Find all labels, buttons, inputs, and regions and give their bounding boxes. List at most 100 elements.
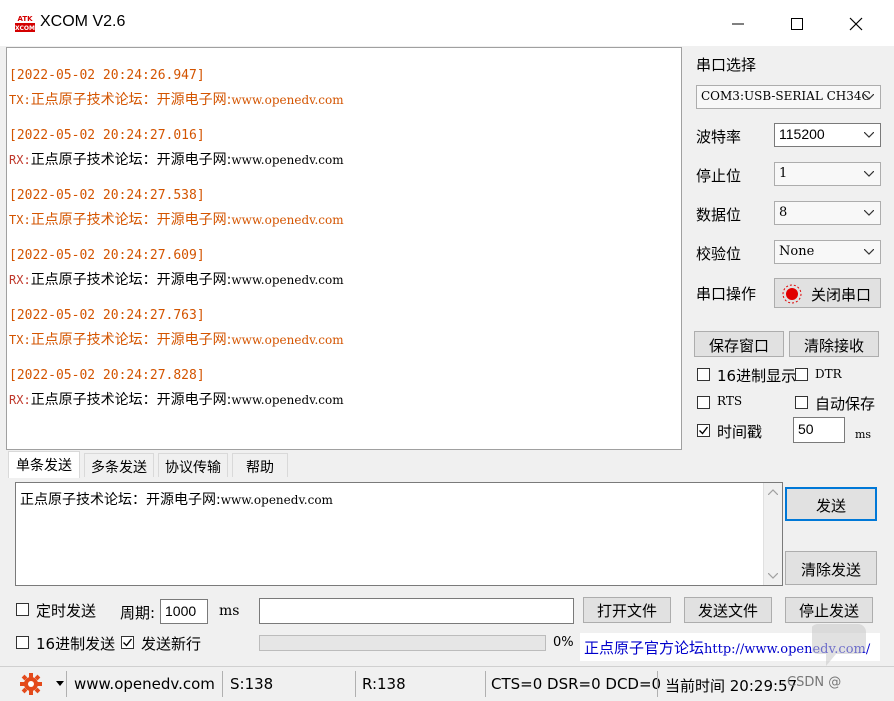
port-op-label: 串口操作 [696,285,757,303]
port-select[interactable]: COM3:USB-SERIAL CH34C [696,85,881,109]
chevron-down-icon [864,94,874,100]
gear-icon[interactable] [20,673,42,695]
timestamp-interval-input[interactable]: 50 [793,417,845,443]
close-port-button[interactable]: 关闭串口 [774,278,881,308]
port-value: COM3:USB-SERIAL CH34C [701,89,871,103]
send-newline-checkbox[interactable] [121,636,134,649]
log-direction: RX: [9,393,31,407]
scroll-up-icon[interactable] [768,489,778,495]
open-file-button[interactable]: 打开文件 [583,597,671,623]
file-path-input[interactable] [259,598,574,624]
scroll-down-icon[interactable] [768,573,778,579]
log-rx-line: RX:正点原子技术论坛：开源电子网:www.openedv.com [9,149,344,169]
dtr-checkbox[interactable] [795,368,808,381]
log-url: www.openedv.com [231,93,344,107]
send-file-label: 发送文件 [697,602,758,620]
parity-select[interactable]: None [774,240,881,264]
minimize-button[interactable] [715,8,761,40]
chevron-down-icon [864,210,874,216]
send-textarea[interactable]: 正点原子技术论坛：开源电子网:www.openedv.com [15,482,783,586]
log-direction: RX: [9,273,31,287]
watermark-logo-icon [812,624,866,666]
log-message: 正点原子技术论坛：开源电子网: [30,332,232,348]
check-icon [123,638,133,647]
stop-bits-label: 停止位 [696,167,742,185]
send-newline-label: 发送新行 [141,635,202,653]
stop-bits-select[interactable]: 1 [774,162,881,186]
open-file-label: 打开文件 [596,602,657,620]
received-count: R:138 [362,675,406,693]
dropdown-arrow-icon[interactable] [56,681,64,686]
tab-help[interactable]: 帮助 [232,453,288,477]
divider [222,671,223,697]
progress-text: 0% [553,635,574,650]
period-value: 1000 [165,603,197,619]
data-bits-select[interactable]: 8 [774,201,881,225]
svg-text:XCOM: XCOM [15,25,35,32]
divider [355,671,356,697]
hex-send-label: 16进制发送 [36,635,116,653]
hex-display-checkbox[interactable] [697,368,710,381]
log-message: 正点原子技术论坛：开源电子网: [30,392,232,408]
send-file-button[interactable]: 发送文件 [684,597,772,623]
period-input[interactable]: 1000 [160,599,208,624]
rts-checkbox[interactable] [697,396,710,409]
clear-send-label: 清除发送 [800,561,861,579]
clear-send-button[interactable]: 清除发送 [785,551,877,585]
website-link[interactable]: www.openedv.com [74,675,215,693]
log-url: www.openedv.com [231,333,344,347]
maximize-icon [791,18,803,30]
tab-protocol[interactable]: 协议传输 [158,453,228,477]
log-timestamp: [2022-05-02 20:24:27.763] [9,308,205,323]
baud-value: 115200 [779,126,825,142]
parity-label: 校验位 [696,245,742,263]
log-tx-line: TX:正点原子技术论坛：开源电子网:www.openedv.com [9,329,344,349]
tab-multi-send[interactable]: 多条发送 [84,453,154,477]
clear-receive-button[interactable]: 清除接收 [789,331,879,357]
maximize-button[interactable] [774,8,820,40]
close-port-label: 关闭串口 [811,286,872,304]
port-status-led-icon [782,284,802,304]
svg-text:ATK: ATK [17,15,33,23]
xcom-window: ATK XCOM XCOM V2.6 [2022-05-02 20:24:26.… [0,0,894,701]
log-rx-line: RX:正点原子技术论坛：开源电子网:www.openedv.com [9,269,344,289]
title-bar[interactable]: ATK XCOM XCOM V2.6 [0,0,894,46]
data-bits-label: 数据位 [696,206,742,224]
baud-select[interactable]: 115200 [774,123,881,147]
log-direction: TX: [9,333,31,347]
save-window-button[interactable]: 保存窗口 [694,331,784,357]
data-bits-value: 8 [779,205,788,220]
timestamp-checkbox[interactable] [697,424,710,437]
stop-bits-value: 1 [779,166,788,181]
chevron-down-icon [864,249,874,255]
log-message: 正点原子技术论坛：开源电子网: [30,212,232,228]
current-time: 当前时间 20:29:57 [665,677,798,695]
hex-send-checkbox[interactable] [16,636,29,649]
log-url: www.openedv.com [231,273,344,287]
send-button-label: 发送 [815,497,846,515]
timed-send-checkbox[interactable] [16,603,29,616]
dtr-label: DTR [815,367,842,381]
window-title: XCOM V2.6 [40,13,126,30]
signal-status: CTS=0 DSR=0 DCD=0 [491,675,662,693]
tab-label: 多条发送 [91,460,147,476]
send-text: 正点原子技术论坛：开源电子网:www.openedv.com [20,492,333,508]
log-url: www.openedv.com [231,213,344,227]
tab-label: 帮助 [246,460,274,476]
forum-text: 正点原子官方论坛 [584,639,705,657]
receive-textarea[interactable]: [2022-05-02 20:24:26.947] TX:正点原子技术论坛：开源电… [6,47,682,450]
send-button[interactable]: 发送 [785,487,877,521]
atk-logo-icon: ATK XCOM [14,13,36,33]
log-direction: TX: [9,93,31,107]
log-message: 正点原子技术论坛：开源电子网: [30,272,232,288]
log-timestamp: [2022-05-02 20:24:26.947] [9,68,205,83]
close-icon [849,17,863,31]
period-unit: ms [219,603,240,619]
close-window-button[interactable] [833,8,879,40]
auto-save-checkbox[interactable] [795,396,808,409]
tab-single-send[interactable]: 单条发送 [8,451,80,478]
send-scrollbar[interactable] [763,483,782,585]
auto-save-label: 自动保存 [815,395,876,413]
chevron-down-icon [864,171,874,177]
log-rx-line: RX:正点原子技术论坛：开源电子网:www.openedv.com [9,389,344,409]
